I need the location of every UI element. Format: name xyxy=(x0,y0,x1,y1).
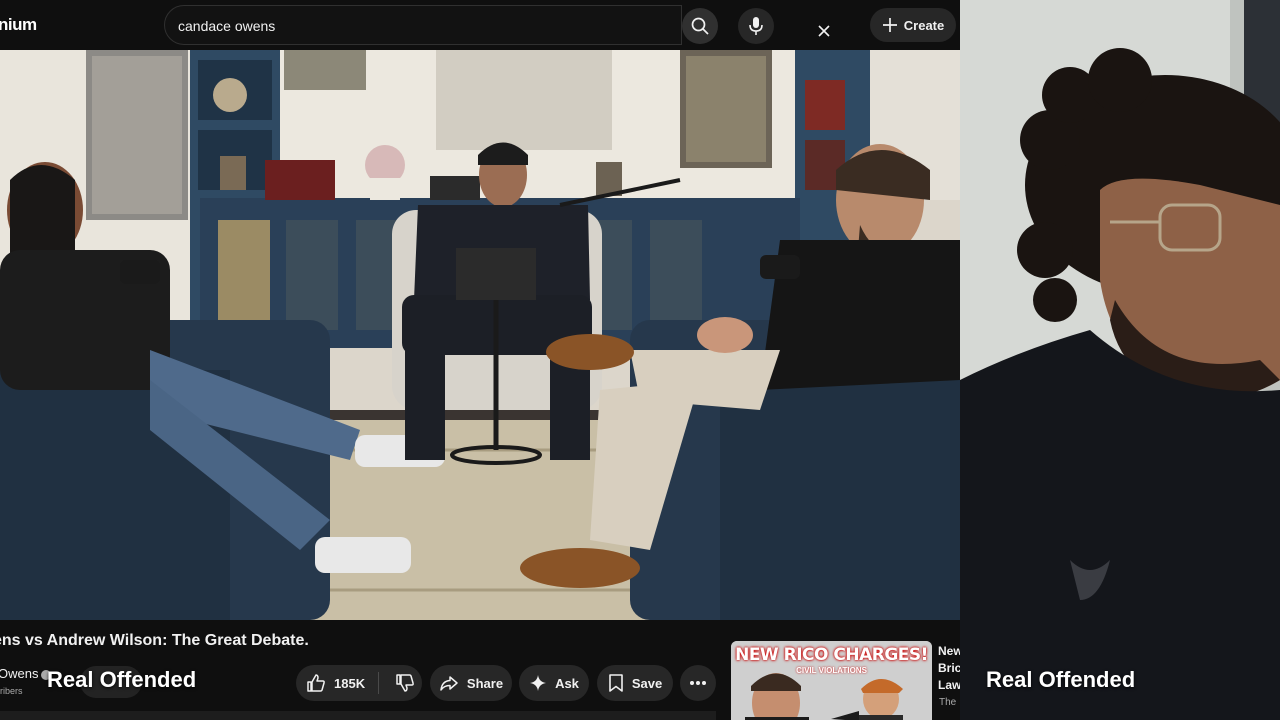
webcam-feed: Real Offended xyxy=(960,0,1280,720)
channel-name[interactable]: Owens xyxy=(0,666,52,681)
save-label: Save xyxy=(631,675,663,691)
rec-title-line: New xyxy=(938,644,960,658)
video-player[interactable] xyxy=(0,50,960,620)
create-label: Create xyxy=(903,17,945,33)
microphone-icon xyxy=(749,17,763,35)
channel-name-text: Owens xyxy=(0,666,39,681)
share-button[interactable]: Share xyxy=(430,665,512,701)
comment-box-edge xyxy=(0,711,716,720)
ask-button[interactable]: Ask xyxy=(519,665,589,701)
create-button[interactable]: Create xyxy=(870,8,956,42)
like-divider xyxy=(378,672,380,694)
dislike-button[interactable] xyxy=(387,665,422,701)
video-title: ens vs Andrew Wilson: The Great Debate. xyxy=(0,632,309,649)
save-button[interactable]: Save xyxy=(597,665,673,701)
ask-label: Ask xyxy=(555,675,579,691)
clear-search-button[interactable] xyxy=(811,18,837,44)
subscriber-count: ribers xyxy=(0,686,23,696)
rec-title-line: Bric xyxy=(938,661,960,675)
like-count: 185K xyxy=(334,675,366,691)
thumbs-down-icon xyxy=(395,674,414,692)
video-frame-image xyxy=(0,50,960,620)
bookmark-icon xyxy=(609,674,623,692)
streamer-overlay-label: Real Offended xyxy=(986,667,1136,692)
streamer-overlay-label: Real Offended xyxy=(47,667,197,692)
webcam-image xyxy=(960,0,1280,720)
sparkle-icon xyxy=(530,675,547,691)
more-actions-button[interactable] xyxy=(680,665,716,701)
browser-capture: nium Create xyxy=(0,0,960,720)
recommended-video-channel: The xyxy=(939,697,957,708)
search-box[interactable] xyxy=(164,5,830,45)
like-dislike-group: 185K xyxy=(296,665,422,701)
share-label: Share xyxy=(466,675,504,691)
top-bar: nium Create xyxy=(0,0,960,50)
logo-text[interactable]: nium xyxy=(0,15,37,35)
close-icon xyxy=(818,25,830,37)
like-button[interactable]: 185K xyxy=(296,665,370,701)
thumbnail-headline: NEW RICO CHARGES! xyxy=(735,645,928,665)
share-icon xyxy=(440,676,458,691)
thumbs-up-icon xyxy=(307,674,325,692)
rec-title-line: Law xyxy=(938,678,960,692)
voice-search-button[interactable] xyxy=(738,8,774,44)
recommended-video-thumbnail[interactable]: NEW RICO CHARGES! CIVIL VIOLATIONS xyxy=(731,641,932,720)
search-button[interactable] xyxy=(682,8,718,44)
search-icon xyxy=(691,17,709,35)
thumbnail-subheadline: CIVIL VIOLATIONS xyxy=(796,666,867,675)
plus-icon xyxy=(882,18,897,32)
recommended-video-title[interactable]: New Bric Law xyxy=(938,643,960,694)
search-input[interactable] xyxy=(178,16,638,36)
more-horizontal-icon xyxy=(690,681,706,685)
